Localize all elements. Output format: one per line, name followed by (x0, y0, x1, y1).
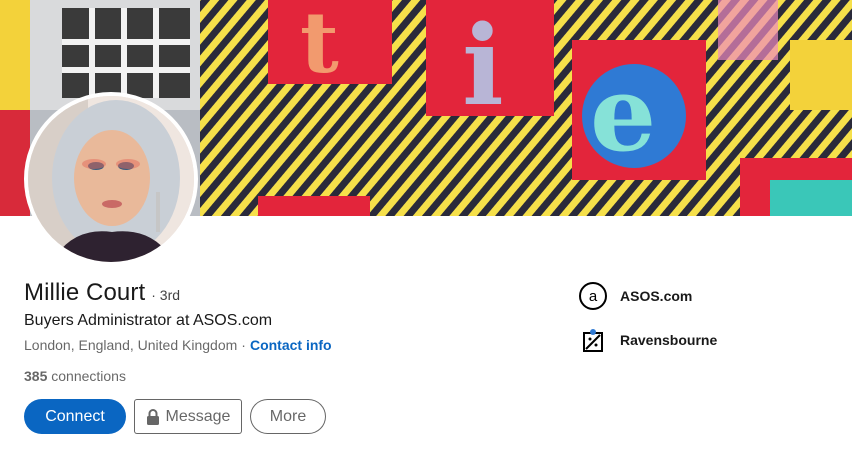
svg-text:e: e (590, 52, 656, 175)
svg-text:i: i (462, 1, 504, 130)
more-button[interactable]: More (250, 399, 326, 434)
profile-photo (28, 96, 194, 262)
more-button-label: More (269, 407, 307, 425)
profile-avatar[interactable] (24, 92, 198, 266)
connections-count: 385 connections (24, 368, 126, 384)
profile-name: Millie Court (24, 279, 146, 306)
company-name: ASOS.com (620, 288, 693, 304)
separator-dot: · (241, 337, 246, 353)
school-logo-icon (578, 325, 608, 355)
connection-degree: · 3rd (151, 287, 181, 303)
asos-logo-icon: a (578, 281, 608, 311)
message-button[interactable]: Message (134, 399, 242, 434)
profile-location: London, England, United Kingdom (24, 337, 238, 353)
svg-text:a: a (589, 288, 598, 305)
name-row: Millie Court · 3rd (24, 279, 180, 307)
svg-text:t: t (300, 0, 339, 92)
current-company-item[interactable]: a ASOS.com (578, 281, 717, 311)
message-button-label: Message (165, 407, 231, 425)
location-row: London, England, United Kingdom · Contac… (24, 337, 332, 353)
connect-button-label: Connect (45, 407, 105, 425)
experience-education-summary: a ASOS.com Ravensbourne (578, 281, 717, 369)
profile-actions: Connect Message More (24, 399, 326, 434)
connect-button[interactable]: Connect (24, 399, 126, 434)
education-item[interactable]: Ravensbourne (578, 325, 717, 355)
profile-headline: Buyers Administrator at ASOS.com (24, 312, 273, 329)
lock-icon (146, 408, 160, 425)
contact-info-link[interactable]: Contact info (250, 337, 332, 353)
school-name: Ravensbourne (620, 332, 718, 348)
connections-number: 385 (24, 368, 48, 384)
connections-label: connections (51, 368, 126, 384)
